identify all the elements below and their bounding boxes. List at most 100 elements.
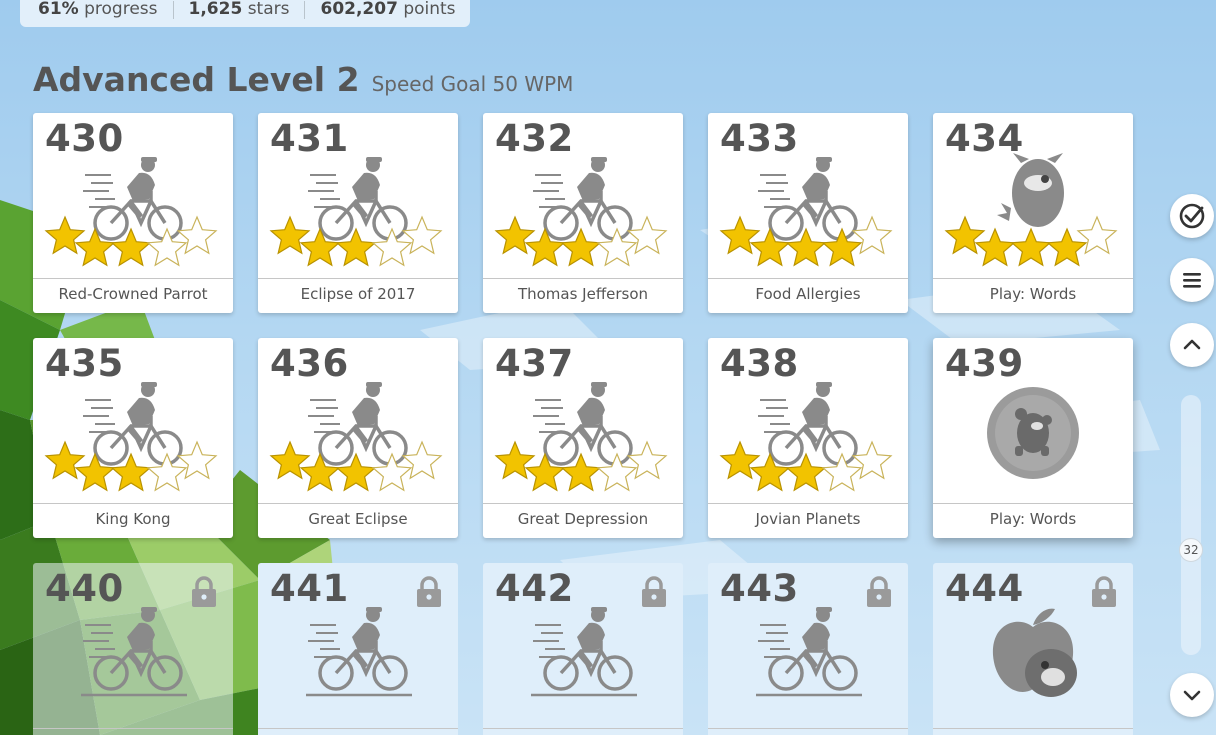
- empty-star-icon: [401, 215, 443, 255]
- level-scrollbar[interactable]: 32: [1179, 395, 1203, 655]
- lock-icon: [864, 575, 894, 609]
- lesson-title: Red-Crowned Parrot: [58, 285, 208, 303]
- filled-star-icon: [335, 227, 377, 267]
- speed-goal: Speed Goal 50 WPM: [371, 72, 574, 96]
- lesson-title: Great Depression: [517, 510, 649, 528]
- filled-star-icon: [299, 452, 341, 492]
- empty-star-icon: [1076, 215, 1118, 255]
- empty-star-icon: [371, 227, 413, 267]
- filled-star-icon: [749, 452, 791, 492]
- tile-divider: [933, 503, 1133, 504]
- filled-star-icon: [560, 227, 602, 267]
- lesson-title: Play: Words: [989, 510, 1077, 528]
- filled-star-icon: [110, 452, 152, 492]
- empty-star-icon: [821, 452, 863, 492]
- filled-star-icon: [944, 215, 986, 255]
- lesson-tile-440[interactable]: 440: [33, 563, 233, 735]
- star-rating: [493, 438, 673, 498]
- tile-divider: [708, 278, 908, 279]
- lesson-tile-433[interactable]: 433 Food Allergies: [708, 113, 908, 313]
- lesson-tile-443[interactable]: 443: [708, 563, 908, 735]
- lesson-tile-432[interactable]: 432 Thomas Jefferson: [483, 113, 683, 313]
- tile-divider: [483, 728, 683, 729]
- stats-divider: [304, 1, 306, 19]
- filled-star-icon: [785, 452, 827, 492]
- tile-divider: [708, 503, 908, 504]
- progress-stat: 61% progress: [38, 0, 158, 19]
- filled-star-icon: [821, 227, 863, 267]
- filled-star-icon: [524, 452, 566, 492]
- bicycle-rider-icon: [258, 603, 458, 733]
- lesson-tile-431[interactable]: 431 Eclipse of 2017: [258, 113, 458, 313]
- lesson-title: King Kong: [95, 510, 171, 528]
- stats-divider: [172, 1, 174, 19]
- empty-star-icon: [626, 440, 668, 480]
- lesson-title: Jovian Planets: [755, 510, 861, 528]
- empty-star-icon: [176, 215, 218, 255]
- lesson-title: Eclipse of 2017: [300, 285, 416, 303]
- apple-mascot-icon: [933, 603, 1133, 733]
- lock-icon: [1089, 575, 1119, 609]
- check-circle-button[interactable]: [1170, 194, 1214, 238]
- filled-star-icon: [749, 227, 791, 267]
- filled-star-icon: [74, 452, 116, 492]
- lesson-tile-438[interactable]: 438 Jovian Planets: [708, 338, 908, 538]
- check-circle-icon: [1179, 203, 1205, 229]
- empty-star-icon: [401, 440, 443, 480]
- points-stat: 602,207 points: [320, 0, 456, 19]
- filled-star-icon: [335, 452, 377, 492]
- star-rating: [718, 438, 898, 498]
- filled-star-icon: [74, 227, 116, 267]
- lock-icon: [414, 575, 444, 609]
- lesson-tile-442[interactable]: 442: [483, 563, 683, 735]
- empty-star-icon: [626, 215, 668, 255]
- star-rating: [43, 438, 223, 498]
- filled-star-icon: [719, 440, 761, 480]
- empty-star-icon: [371, 452, 413, 492]
- filled-star-icon: [44, 215, 86, 255]
- lesson-title: Play: Words: [989, 285, 1077, 303]
- tile-divider: [933, 728, 1133, 729]
- filled-star-icon: [494, 215, 536, 255]
- star-rating: [268, 438, 448, 498]
- filled-star-icon: [494, 440, 536, 480]
- lesson-tile-439[interactable]: 439 Play: Words: [933, 338, 1133, 538]
- star-rating: [493, 213, 673, 273]
- star-rating: [718, 213, 898, 273]
- empty-star-icon: [146, 227, 188, 267]
- filled-star-icon: [299, 227, 341, 267]
- mascot-bubble-icon: [933, 378, 1133, 508]
- filled-star-icon: [110, 227, 152, 267]
- stats-bar: 61% progress 1,625 stars 602,207 points: [20, 0, 470, 27]
- tile-divider: [258, 728, 458, 729]
- filled-star-icon: [560, 452, 602, 492]
- filled-star-icon: [1010, 227, 1052, 267]
- scroll-up-button[interactable]: [1170, 323, 1214, 367]
- lesson-tile-437[interactable]: 437 Great Depression: [483, 338, 683, 538]
- lesson-tile-434[interactable]: 434 Play: Words: [933, 113, 1133, 313]
- lesson-tile-441[interactable]: 441: [258, 563, 458, 735]
- scroll-down-button[interactable]: [1170, 673, 1214, 717]
- star-rating: [43, 213, 223, 273]
- menu-button[interactable]: [1170, 258, 1214, 302]
- filled-star-icon: [44, 440, 86, 480]
- scroll-thumb[interactable]: 32: [1179, 537, 1203, 562]
- empty-star-icon: [146, 452, 188, 492]
- filled-star-icon: [974, 227, 1016, 267]
- lesson-tile-430[interactable]: 430 Red-Crowned Parrot: [33, 113, 233, 313]
- scroll-position-label: 32: [1183, 542, 1199, 557]
- lesson-tile-444[interactable]: 444: [933, 563, 1133, 735]
- empty-star-icon: [851, 440, 893, 480]
- bicycle-rider-icon: [33, 603, 233, 733]
- tile-divider: [258, 503, 458, 504]
- filled-star-icon: [269, 215, 311, 255]
- lesson-title: Great Eclipse: [308, 510, 408, 528]
- filled-star-icon: [785, 227, 827, 267]
- empty-star-icon: [596, 227, 638, 267]
- lesson-tile-435[interactable]: 435 King Kong: [33, 338, 233, 538]
- stars-stat: 1,625 stars: [188, 0, 290, 19]
- chevron-up-icon: [1183, 339, 1201, 350]
- lesson-tile-436[interactable]: 436 Great Eclipse: [258, 338, 458, 538]
- lock-icon: [639, 575, 669, 609]
- star-rating: [268, 213, 448, 273]
